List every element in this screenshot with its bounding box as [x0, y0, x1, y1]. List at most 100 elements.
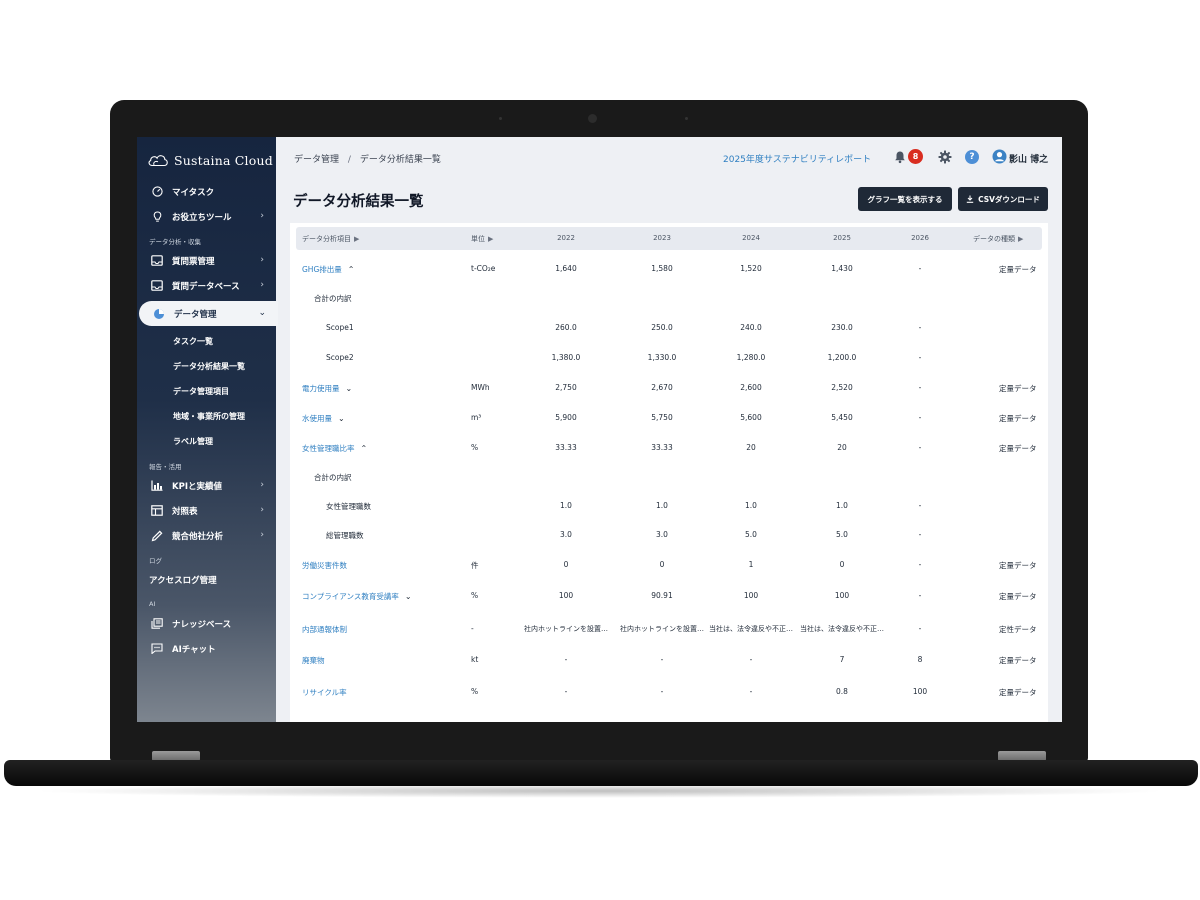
value-cell: 1,520	[740, 264, 762, 273]
item-link[interactable]: コンプライアンス教育受講率 ⌄	[302, 591, 412, 602]
data-type-cell: 定量データ	[999, 656, 1037, 665]
item-link[interactable]: 内部通報体制	[302, 624, 347, 635]
column-header-item[interactable]: データ分析項目 ▶	[302, 234, 359, 244]
value-cell: -	[749, 655, 753, 664]
sidebar-item-kpi[interactable]: KPIと実績値 ›	[137, 473, 276, 498]
table-row: 女性管理職数 1.0 1.0 1.0 1.0 -	[296, 490, 1042, 520]
sidebar-item-comparison-table[interactable]: 対照表 ›	[137, 498, 276, 523]
sidebar-item-access-log[interactable]: アクセスログ管理	[137, 567, 276, 592]
value-cell: 1,280.0	[736, 353, 766, 362]
sort-icon: ▶	[1018, 235, 1024, 243]
table-row: リサイクル率% - - - 0.8 100 定量データ	[296, 676, 1042, 706]
item-link[interactable]: 電力使用量 ⌄	[302, 383, 352, 394]
sidebar-item-label: AIチャット	[172, 644, 216, 655]
sidebar-item-data-management[interactable]: データ管理 ⌄	[139, 301, 278, 326]
sidebar-subitem-regions[interactable]: 地域・事業所の管理	[137, 404, 276, 429]
data-type-cell: 定量データ	[999, 561, 1037, 570]
user-name[interactable]: 影山 博之	[1009, 152, 1048, 165]
value-cell: 5,450	[831, 413, 853, 422]
main-content: データ管理 / データ分析結果一覧 2025年度サステナビリティレポート 8 ?…	[276, 137, 1062, 722]
item-name: GHG排出量	[302, 265, 342, 274]
table-row: 電力使用量 ⌄ MWh 2,750 2,670 2,600 2,520 - 定量データ	[296, 372, 1042, 402]
value-cell: 1,640	[555, 264, 577, 273]
table-header: データ分析項目 ▶ 単位 ▶ 2022 2023 2024 2025 2026 デー…	[296, 227, 1042, 250]
value-cell: 5.0	[745, 530, 757, 539]
value-cell: 260.0	[555, 323, 577, 332]
show-graphs-label: グラフ一覧を表示する	[867, 194, 943, 204]
pencil-icon	[151, 530, 163, 542]
brand[interactable]: Sustaina Cloud	[147, 149, 273, 171]
unit-cell: kt	[471, 655, 479, 664]
report-link[interactable]: 2025年度サステナビリティレポート	[723, 152, 871, 165]
user-avatar-icon[interactable]	[992, 149, 1007, 164]
sidebar-subitem-labels[interactable]: ラベル管理	[137, 429, 276, 454]
column-header-2022: 2022	[557, 234, 575, 242]
value-cell: -	[564, 687, 568, 696]
chevron-down-icon: ⌄	[258, 308, 266, 318]
column-header-label: データの種類	[973, 235, 1015, 243]
item-label: 総管理職数	[326, 530, 364, 541]
value-cell: 5.0	[836, 530, 848, 539]
chevron-right-icon: ›	[260, 255, 264, 265]
item-label: Scope2	[326, 353, 354, 362]
value-cell: 230.0	[831, 323, 853, 332]
value-cell: -	[749, 687, 753, 696]
sidebar-item-competitor-analysis[interactable]: 競合他社分析 ›	[137, 523, 276, 548]
item-link[interactable]: 労働災害件数	[302, 560, 347, 571]
chevron-down-icon[interactable]: ⌄	[405, 592, 412, 601]
value-cell: -	[918, 443, 922, 452]
chevron-up-icon[interactable]: ⌃	[361, 444, 368, 453]
value-cell: -	[918, 624, 922, 633]
data-type-cell: 定量データ	[999, 414, 1037, 423]
sidebar-item-questionnaire[interactable]: 質問票管理 ›	[137, 248, 276, 273]
value-cell: 100	[834, 591, 850, 600]
bell-icon[interactable]	[893, 150, 907, 164]
item-label: 合計の内訳	[314, 293, 352, 304]
page-title: データ分析結果一覧	[293, 194, 424, 210]
table-row: 合計の内訳	[296, 282, 1042, 312]
value-cell: 社内ホットラインを設置…	[620, 625, 704, 633]
sidebar-subitem-analysis-results[interactable]: データ分析結果一覧	[137, 354, 276, 379]
breadcrumb-separator: /	[347, 155, 351, 165]
sidebar-item-my-tasks[interactable]: マイタスク	[137, 179, 276, 204]
sidebar: Sustaina Cloud マイタスク お役立ちツール › データ分析・収集	[137, 137, 278, 722]
sidebar-item-label: ナレッジベース	[172, 619, 232, 630]
help-icon[interactable]: ?	[965, 150, 979, 164]
item-link[interactable]: GHG排出量 ⌃	[302, 264, 354, 275]
sidebar-item-knowledge-base[interactable]: ナレッジベース	[137, 611, 276, 636]
item-link[interactable]: 女性管理職比率 ⌃	[302, 443, 367, 454]
laptop-base	[4, 760, 1198, 786]
table-row: 総管理職数 3.0 3.0 5.0 5.0 -	[296, 519, 1042, 549]
lightbulb-icon	[151, 210, 163, 223]
column-header-unit[interactable]: 単位 ▶	[471, 234, 493, 244]
chevron-down-icon[interactable]: ⌄	[346, 384, 353, 393]
sidebar-nav: マイタスク お役立ちツール › データ分析・収集 質問票管理 › 質問データベー…	[137, 179, 278, 661]
sidebar-item-question-db[interactable]: 質問データベース ›	[137, 273, 276, 298]
sidebar-item-ai-chat[interactable]: AIチャット	[137, 636, 276, 661]
sort-icon: ▶	[488, 235, 494, 243]
table-row: 水使用量 ⌄ m³ 5,900 5,750 5,600 5,450 - 定量データ	[296, 402, 1042, 432]
unit-cell: 件	[471, 561, 479, 570]
show-graphs-button[interactable]: グラフ一覧を表示する	[858, 187, 952, 211]
csv-download-button[interactable]: CSVダウンロード	[958, 187, 1048, 211]
column-header-type[interactable]: データの種類 ▶	[973, 234, 1023, 244]
breadcrumb-item-data-management[interactable]: データ管理	[294, 155, 339, 165]
sidebar-item-label: データ管理	[174, 309, 217, 320]
gear-icon[interactable]	[938, 150, 952, 164]
sidebar-item-label: マイタスク	[172, 187, 215, 198]
item-link[interactable]: リサイクル率	[302, 687, 347, 698]
sidebar-subitem-data-items[interactable]: データ管理項目	[137, 379, 276, 404]
sidebar-item-tools[interactable]: お役立ちツール ›	[137, 204, 276, 229]
value-cell: 0	[659, 560, 665, 569]
table-row: 女性管理職比率 ⌃% 33.33 33.33 20 20 - 定量データ	[296, 432, 1042, 462]
sidebar-subitem-task-list[interactable]: タスク一覧	[137, 329, 276, 354]
laptop-shadow	[30, 784, 1170, 798]
item-link[interactable]: 水使用量 ⌄	[302, 413, 345, 424]
item-name: 内部通報体制	[302, 625, 347, 634]
chevron-down-icon[interactable]: ⌄	[338, 414, 345, 423]
chevron-up-icon[interactable]: ⌃	[348, 265, 355, 274]
column-header-2023: 2023	[653, 234, 671, 242]
data-type-cell: 定量データ	[999, 444, 1037, 453]
inbox-icon	[151, 280, 163, 292]
item-link[interactable]: 廃棄物	[302, 655, 325, 666]
